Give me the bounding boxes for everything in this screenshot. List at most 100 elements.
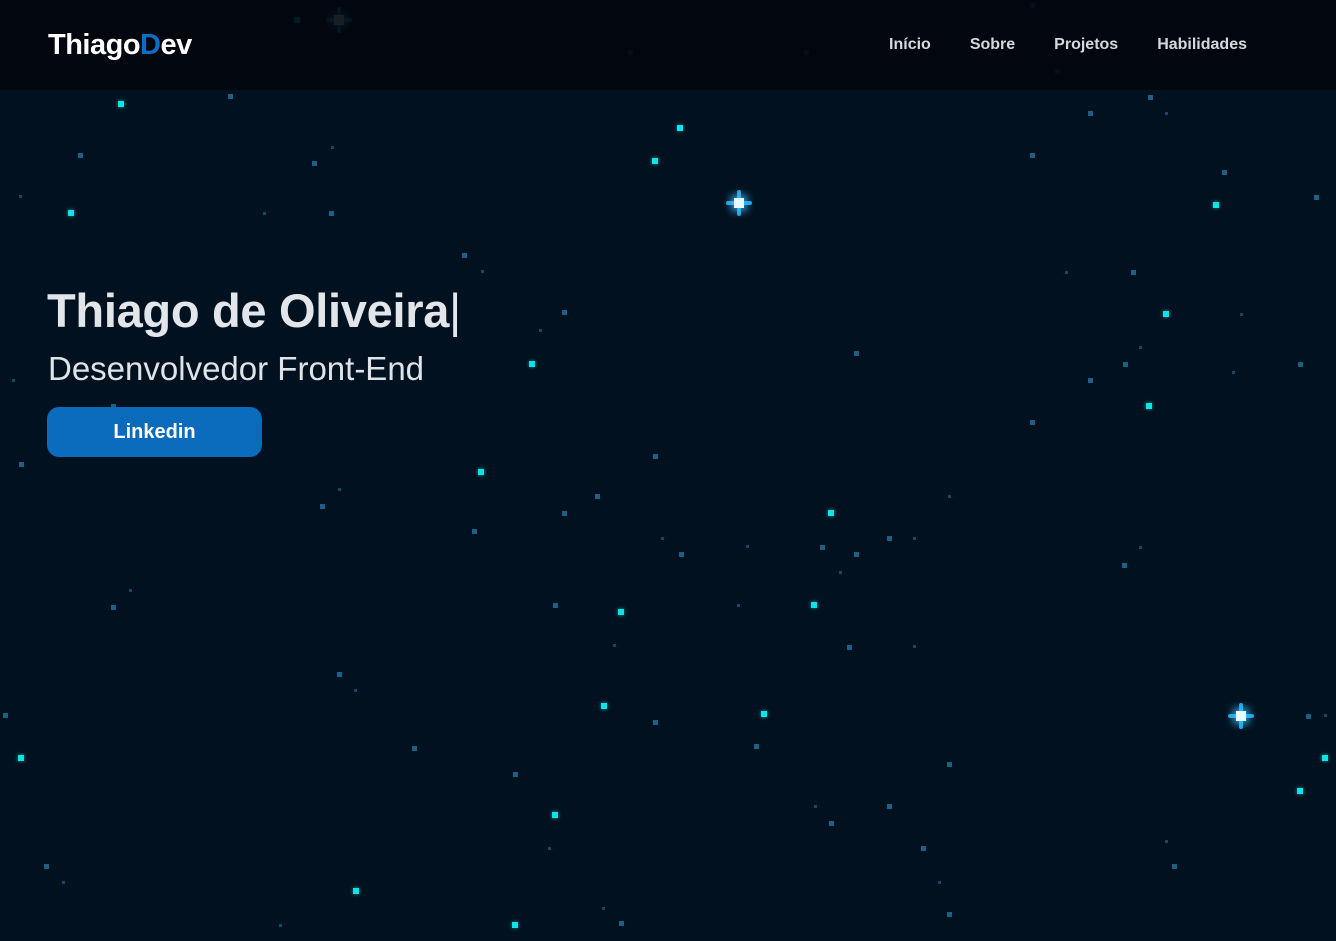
star-dot	[62, 881, 65, 884]
nav-link-inicio[interactable]: Início	[889, 34, 931, 56]
star-dot	[602, 907, 605, 910]
star-dot	[553, 603, 558, 608]
sparkle-star-icon	[1226, 701, 1256, 731]
star-dot	[512, 922, 518, 928]
star-dot	[1131, 270, 1136, 275]
star-dot	[661, 537, 664, 540]
star-dot	[562, 310, 567, 315]
star-dot	[1297, 788, 1303, 794]
star-dot	[1165, 112, 1168, 115]
top-navbar: ThiagoDev Início Sobre Projetos Habilida…	[0, 0, 1336, 90]
nav-link-habilidades[interactable]: Habilidades	[1157, 34, 1247, 56]
star-dot	[331, 146, 334, 149]
starfield-background	[0, 0, 1336, 941]
star-dot	[1030, 153, 1035, 158]
star-dot	[353, 888, 359, 894]
star-dot	[887, 804, 892, 809]
star-dot	[913, 645, 916, 648]
star-dot	[562, 511, 567, 516]
star-dot	[737, 604, 740, 607]
star-dot	[312, 161, 317, 166]
star-dot	[811, 602, 817, 608]
star-dot	[129, 589, 132, 592]
star-dot	[539, 329, 542, 332]
star-dot	[653, 720, 658, 725]
star-dot	[947, 912, 952, 917]
star-dot	[472, 529, 477, 534]
star-dot	[320, 504, 325, 509]
star-dot	[78, 153, 83, 158]
star-dot	[921, 846, 926, 851]
star-dot	[754, 744, 759, 749]
sparkle-core	[734, 198, 744, 208]
logo-text-part1: Thiago	[48, 29, 141, 61]
star-dot	[513, 772, 518, 777]
site-logo[interactable]: ThiagoDev	[48, 27, 192, 63]
star-dot	[1240, 313, 1243, 316]
star-dot	[613, 644, 616, 647]
star-dot	[652, 158, 658, 164]
star-dot	[279, 924, 282, 927]
star-dot	[1172, 864, 1177, 869]
star-dot	[462, 253, 467, 258]
star-dot	[1232, 371, 1235, 374]
star-dot	[887, 536, 892, 541]
star-dot	[619, 921, 624, 926]
star-dot	[1213, 202, 1219, 208]
star-dot	[1139, 546, 1142, 549]
nav-link-sobre[interactable]: Sobre	[970, 34, 1015, 56]
star-dot	[854, 552, 859, 557]
star-dot	[18, 755, 24, 761]
star-dot	[1324, 714, 1327, 717]
hero-subtitle: Desenvolvedor Front-End	[48, 350, 425, 387]
star-dot	[948, 495, 951, 498]
star-dot	[1322, 755, 1328, 761]
star-dot	[228, 94, 233, 99]
star-dot	[1030, 420, 1035, 425]
logo-accent-letter: D	[140, 29, 161, 61]
star-dot	[814, 805, 817, 808]
star-dot	[1123, 362, 1128, 367]
star-dot	[839, 571, 842, 574]
star-dot	[820, 545, 825, 550]
star-dot	[19, 462, 24, 467]
star-dot	[677, 125, 683, 131]
star-dot	[412, 746, 417, 751]
star-dot	[3, 713, 8, 718]
hero-section: Thiago de Oliveira| Desenvolvedor Front-…	[47, 282, 461, 457]
star-dot	[1148, 95, 1153, 100]
star-dot	[746, 545, 749, 548]
star-dot	[947, 762, 952, 767]
page: ThiagoDev Início Sobre Projetos Habilida…	[0, 0, 1336, 941]
star-dot	[1314, 195, 1319, 200]
star-dot	[12, 379, 15, 382]
star-dot	[354, 689, 357, 692]
main-nav: Início Sobre Projetos Habilidades	[889, 34, 1247, 56]
star-dot	[1146, 403, 1152, 409]
star-dot	[938, 881, 941, 884]
star-dot	[118, 101, 124, 107]
star-dot	[1298, 362, 1303, 367]
star-dot	[595, 494, 600, 499]
star-dot	[913, 537, 916, 540]
star-dot	[1139, 346, 1142, 349]
logo-text-part2: ev	[160, 29, 193, 61]
star-dot	[552, 812, 558, 818]
star-dot	[44, 864, 49, 869]
nav-link-projetos[interactable]: Projetos	[1054, 34, 1118, 56]
star-dot	[828, 510, 834, 516]
star-dot	[847, 645, 852, 650]
star-dot	[68, 210, 74, 216]
star-dot	[679, 552, 684, 557]
star-dot	[854, 351, 859, 356]
hero-title: Thiago de Oliveira|	[47, 282, 461, 340]
sparkle-core	[1236, 711, 1246, 721]
star-dot	[1088, 111, 1093, 116]
star-dot	[829, 821, 834, 826]
star-dot	[1088, 378, 1093, 383]
star-dot	[338, 488, 341, 491]
star-dot	[1122, 563, 1127, 568]
star-dot	[111, 605, 116, 610]
star-dot	[1163, 311, 1169, 317]
linkedin-button[interactable]: Linkedin	[47, 407, 262, 457]
